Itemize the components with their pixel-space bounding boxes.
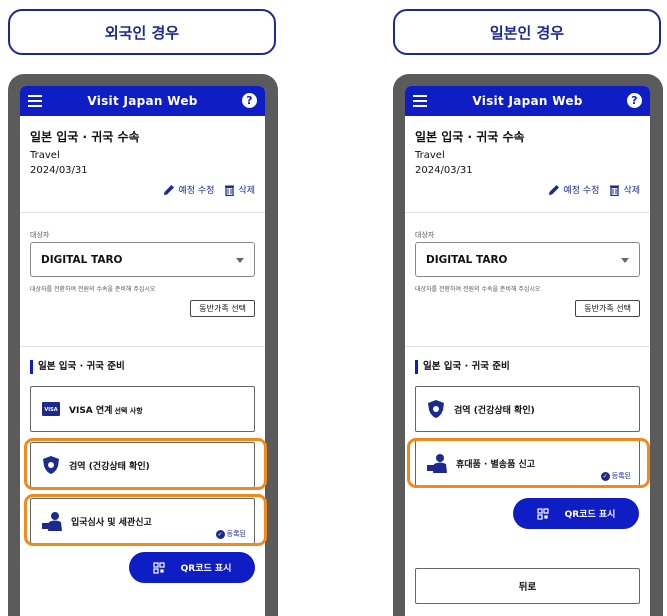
shield-virus-icon bbox=[43, 456, 59, 474]
menu-icon[interactable] bbox=[28, 95, 42, 107]
customs-declaration-card[interactable]: 휴대품 · 별송품 신고 ✓ 등록된 bbox=[415, 440, 640, 486]
trip-date: 2024/03/31 bbox=[415, 165, 473, 176]
qr-code-label: QR코드 표시 bbox=[564, 510, 616, 520]
companion-select-button[interactable]: 동반가족 선택 bbox=[575, 300, 640, 317]
divider bbox=[20, 212, 265, 213]
section-title: 일본 입국 · 귀국 준비 bbox=[30, 360, 125, 374]
delete-button[interactable]: 삭제 bbox=[224, 183, 255, 196]
target-hint: 대상자를 전환하여 전원의 수속을 준비해 주십시오 bbox=[30, 286, 156, 293]
pencil-icon bbox=[549, 184, 560, 195]
phone-screen: Visit Japan Web ? 일본 입국 · 귀국 수속 Travel 2… bbox=[405, 86, 650, 616]
target-select[interactable]: DIGITAL TARO bbox=[415, 242, 640, 277]
companion-select-button[interactable]: 동반가족 선택 bbox=[190, 300, 255, 317]
case-label-japanese: 일본인 경우 bbox=[393, 9, 661, 55]
pencil-icon bbox=[164, 184, 175, 195]
registered-label: 등록된 bbox=[611, 472, 631, 480]
trip-name: Travel bbox=[415, 150, 445, 161]
quarantine-label: 검역 (건강상태 확인) bbox=[454, 405, 535, 416]
shield-virus-icon bbox=[428, 400, 444, 418]
trash-icon bbox=[610, 185, 620, 196]
quarantine-label: 검역 (건강상태 확인) bbox=[69, 461, 150, 472]
target-select[interactable]: DIGITAL TARO bbox=[30, 242, 255, 277]
japanese-column: 일본인 경우 Visit Japan Web ? 일본 입국 · 귀국 수속 T… bbox=[389, 0, 663, 616]
procedure-title: 일본 입국 · 귀국 수속 bbox=[415, 130, 525, 144]
trip-actions: 예정 수정 삭제 bbox=[163, 183, 255, 196]
qr-code-icon bbox=[152, 561, 165, 574]
back-button[interactable]: 뒤로 bbox=[415, 568, 640, 604]
app-bar: Visit Japan Web ? bbox=[405, 86, 650, 116]
immigration-customs-card[interactable]: 입국심사 및 세관신고 ✓ 등록된 bbox=[30, 498, 255, 544]
immigration-label: 입국심사 및 세관신고 bbox=[71, 517, 152, 528]
quarantine-card[interactable]: 검역 (건강상태 확인) bbox=[415, 386, 640, 432]
visa-card-icon: VISA bbox=[42, 402, 60, 416]
registered-badge: ✓ 등록된 bbox=[215, 529, 246, 539]
target-value: DIGITAL TARO bbox=[426, 253, 508, 266]
app-bar: Visit Japan Web ? bbox=[20, 86, 265, 116]
phone-screen: Visit Japan Web ? 일본 입국 · 귀국 수속 Travel 2… bbox=[20, 86, 265, 616]
registered-label: 등록된 bbox=[226, 530, 246, 538]
chevron-down-icon bbox=[236, 258, 244, 263]
target-label: 대상자 bbox=[415, 231, 435, 239]
visa-link-card[interactable]: VISA VISA 연계 선택 사항 bbox=[30, 386, 255, 432]
trash-icon bbox=[225, 185, 235, 196]
customs-label: 휴대품 · 별송품 신고 bbox=[456, 459, 536, 470]
section-title: 일본 입국 · 귀국 준비 bbox=[415, 360, 510, 374]
target-value: DIGITAL TARO bbox=[41, 253, 123, 266]
customs-officer-icon bbox=[42, 512, 62, 531]
divider bbox=[405, 212, 650, 213]
edit-plan-label: 예정 수정 bbox=[563, 186, 600, 196]
help-icon[interactable]: ? bbox=[627, 93, 642, 108]
quarantine-card[interactable]: 검역 (건강상태 확인) bbox=[30, 442, 255, 488]
target-label: 대상자 bbox=[30, 231, 50, 239]
menu-icon[interactable] bbox=[413, 95, 427, 107]
app-title: Visit Japan Web bbox=[472, 94, 583, 108]
delete-button[interactable]: 삭제 bbox=[609, 183, 640, 196]
phone-frame: Visit Japan Web ? 일본 입국 · 귀국 수속 Travel 2… bbox=[393, 74, 663, 616]
divider bbox=[405, 346, 650, 347]
registered-badge: ✓ 등록된 bbox=[600, 471, 631, 481]
case-label-foreigner: 외국인 경우 bbox=[8, 9, 276, 55]
divider bbox=[20, 346, 265, 347]
edit-plan-button[interactable]: 예정 수정 bbox=[163, 183, 214, 196]
procedure-title: 일본 입국 · 귀국 수속 bbox=[30, 130, 140, 144]
help-icon[interactable]: ? bbox=[242, 93, 257, 108]
qr-code-button[interactable]: QR코드 표시 bbox=[513, 498, 639, 529]
foreigner-column: 외국인 경우 Visit Japan Web ? 일본 입국 · 귀국 수속 T… bbox=[4, 0, 278, 616]
delete-label: 삭제 bbox=[238, 186, 255, 196]
svg-text:VISA: VISA bbox=[44, 407, 57, 413]
trip-name: Travel bbox=[30, 150, 60, 161]
trip-date: 2024/03/31 bbox=[30, 165, 88, 176]
check-circle-icon: ✓ bbox=[600, 471, 610, 481]
check-circle-icon: ✓ bbox=[215, 529, 225, 539]
chevron-down-icon bbox=[621, 258, 629, 263]
qr-code-button[interactable]: QR코드 표시 bbox=[129, 552, 255, 583]
trip-actions: 예정 수정 삭제 bbox=[548, 183, 640, 196]
edit-plan-label: 예정 수정 bbox=[178, 186, 215, 196]
qr-code-icon bbox=[536, 507, 549, 520]
visa-card-label: VISA 연계 bbox=[69, 405, 113, 416]
visa-optional-label: 선택 사항 bbox=[114, 406, 143, 415]
edit-plan-button[interactable]: 예정 수정 bbox=[548, 183, 599, 196]
delete-label: 삭제 bbox=[623, 186, 640, 196]
phone-frame: Visit Japan Web ? 일본 입국 · 귀국 수속 Travel 2… bbox=[8, 74, 278, 616]
target-hint: 대상자를 전환하여 전원의 수속을 준비해 주십시오 bbox=[415, 286, 541, 293]
app-title: Visit Japan Web bbox=[87, 94, 198, 108]
customs-officer-icon bbox=[427, 454, 447, 473]
qr-code-label: QR코드 표시 bbox=[180, 564, 232, 574]
